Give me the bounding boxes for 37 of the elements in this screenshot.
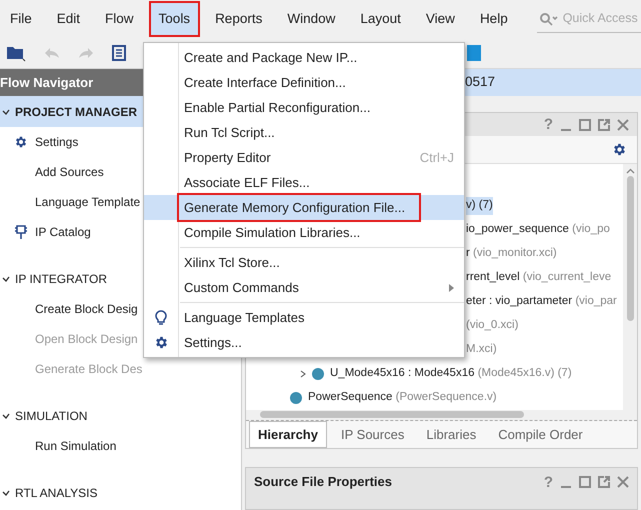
menu-entry[interactable]: Generate Memory Configuration File...: [144, 195, 464, 220]
menu-item[interactable]: Layout: [352, 3, 409, 35]
menu-item[interactable]: View: [418, 3, 463, 35]
menu-item[interactable]: Help: [472, 3, 516, 35]
menu-item[interactable]: Window: [279, 3, 344, 35]
menu-entry[interactable]: Custom Commands: [144, 275, 464, 300]
navigator-section[interactable]: SIMULATION: [0, 400, 241, 431]
panel-title: Source File Properties: [254, 473, 392, 492]
tree-item[interactable]: eter : vio_partameter (vio_par: [466, 293, 617, 311]
tab[interactable]: Hierarchy: [249, 420, 327, 448]
menu-entry[interactable]: Property Editor Ctrl+J: [144, 145, 464, 170]
tab[interactable]: Libraries: [418, 422, 484, 447]
menu-item[interactable]: Tools: [150, 3, 198, 35]
menu-entry[interactable]: Language Templates: [144, 305, 464, 330]
tab[interactable]: IP Sources: [332, 422, 412, 447]
menu-item[interactable]: Edit: [48, 3, 88, 35]
shortcut-label: Ctrl+J: [420, 148, 454, 167]
tree-item[interactable]: io_power_sequence (vio_po: [466, 221, 610, 239]
menu-item[interactable]: Flow: [97, 3, 142, 35]
tree-item[interactable]: PowerSequence (PowerSequence.v): [308, 389, 497, 407]
menu-entry[interactable]: Settings...: [144, 330, 464, 355]
search-field[interactable]: Quick Access: [562, 9, 641, 28]
tree-item[interactable]: rrent_level (vio_current_leve: [466, 269, 612, 287]
navigator-item[interactable]: Run Simulation: [0, 431, 241, 461]
tree-item[interactable]: M.xci): [466, 341, 497, 359]
menu-item[interactable]: Reports: [207, 3, 270, 35]
menu-entry[interactable]: Create and Package New IP...: [144, 45, 464, 70]
menu-item[interactable]: File: [2, 3, 40, 35]
tree-item[interactable]: v) (7): [466, 197, 493, 215]
menu-entry[interactable]: Xilinx Tcl Store...: [144, 250, 464, 275]
menu-entry[interactable]: Compile Simulation Libraries...: [144, 220, 464, 245]
tree-item[interactable]: U_Mode45x16 : Mode45x16 (Mode45x16.v) (7): [330, 365, 572, 383]
menu-entry[interactable]: Associate ELF Files...: [144, 170, 464, 195]
tab[interactable]: Compile Order: [490, 422, 591, 447]
tree-item[interactable]: r (vio_monitor.xci): [466, 245, 557, 263]
tree-item[interactable]: (vio_0.xci): [466, 317, 518, 335]
navigator-section[interactable]: RTL ANALYSIS: [0, 477, 241, 508]
